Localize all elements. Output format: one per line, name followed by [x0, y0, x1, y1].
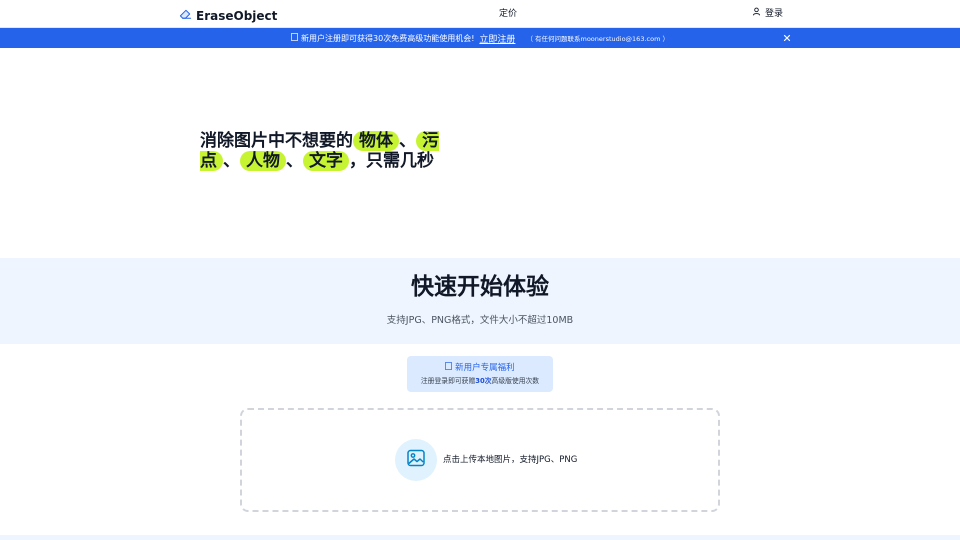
announcement-banner: 新用户注册即可获得30次免费高级功能使用机会! 立即注册 （ 有任何问题联系mo… — [0, 28, 960, 48]
next-section-edge — [0, 535, 960, 540]
banner-message-group: 新用户注册即可获得30次免费高级功能使用机会! 立即注册 （ 有任何问题联系mo… — [291, 32, 669, 45]
benefit-title-text: 新用户专属福利 — [455, 363, 515, 373]
upload-icon-circle — [395, 439, 437, 481]
benefit-desc-prefix: 注册登录即可获赠 — [420, 377, 476, 385]
hero-separator: 、 — [223, 151, 240, 171]
quick-start-title: 快速开始体验 — [411, 274, 549, 300]
benefit-desc-suffix: 高级版使用次数 — [491, 377, 540, 385]
hero-highlight-people: 人物 — [240, 151, 286, 171]
upload-instruction: 点击上传本地图片，支持JPG、PNG — [443, 455, 578, 465]
user-icon — [752, 7, 761, 21]
hero-separator: 、 — [399, 131, 416, 151]
quick-start-subtitle: 支持JPG、PNG格式，文件大小不超过10MB — [386, 315, 574, 326]
hero-title-part1: 消除图片中不想要的 — [200, 131, 353, 151]
hero-separator: 、 — [286, 151, 303, 171]
benefit-description: 注册登录即可获赠30次高级版使用次数 — [407, 376, 553, 386]
logo-text: EraseObject — [196, 8, 278, 23]
logo[interactable]: EraseObject — [179, 6, 277, 25]
hero-title-part2: ，只需几秒 — [349, 151, 434, 171]
quick-start-section: 快速开始体验 支持JPG、PNG格式，文件大小不超过10MB — [0, 258, 960, 344]
nav-pricing-link[interactable]: 定价 — [499, 7, 517, 21]
banner-contact: （ 有任何问题联系moonerstudio@163.com ） — [526, 35, 669, 43]
benefit-title: 新用户专属福利 — [407, 362, 553, 374]
gift-icon — [445, 362, 455, 373]
hero-section: 消除图片中不想要的 物体、污点、人物、文字 ，只需几秒 — [0, 48, 960, 258]
top-header: EraseObject 定价 登录 — [0, 0, 960, 28]
hero-title: 消除图片中不想要的 物体、污点、人物、文字 ，只需几秒 — [200, 131, 470, 171]
hero-highlight-objects: 物体 — [353, 131, 399, 151]
upload-dropzone[interactable]: 点击上传本地图片，支持JPG、PNG — [240, 408, 720, 512]
image-icon — [406, 448, 426, 472]
close-icon[interactable] — [781, 32, 793, 44]
eraser-icon — [179, 6, 192, 25]
login-label: 登录 — [765, 9, 784, 19]
banner-message: 新用户注册即可获得30次免费高级功能使用机会! — [301, 33, 475, 43]
benefit-count: 30次 — [475, 377, 492, 385]
register-now-link[interactable]: 立即注册 — [479, 32, 515, 45]
new-user-benefit-card: 新用户专属福利 注册登录即可获赠30次高级版使用次数 — [407, 356, 553, 392]
login-button[interactable]: 登录 — [752, 7, 783, 21]
gift-icon — [291, 33, 298, 43]
hero-highlight-text: 文字 — [303, 151, 349, 171]
